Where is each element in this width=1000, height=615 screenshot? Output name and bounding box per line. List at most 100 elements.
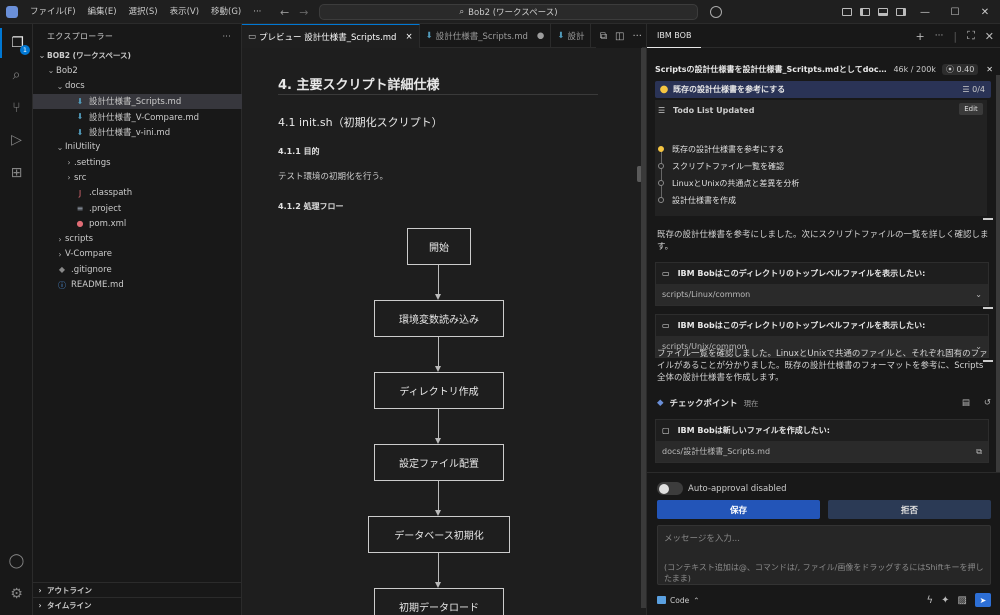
maximize-panel-icon[interactable]: ⛶ (967, 29, 975, 43)
tree-item-label: 設計仕様書_V-Compare.md (89, 112, 200, 123)
menu-item[interactable]: ファイル(F) (24, 0, 82, 24)
tab-label: 設計仕様書_Scripts.md (435, 32, 528, 42)
editor-tab[interactable]: ⬇ 設計仕様書_Scripts.md ● (420, 24, 552, 48)
explorer-icon[interactable]: ❐ 1 (0, 28, 33, 58)
restore-history-icon[interactable]: ↺ (984, 398, 991, 408)
flow-step: データベース初期化 (368, 516, 510, 553)
lightning-icon[interactable]: ϟ (927, 595, 934, 606)
new-task-icon[interactable]: + (916, 30, 925, 43)
layout-icon[interactable] (838, 0, 856, 24)
editor-tab[interactable]: ▭ プレビュー 設計仕様書_Scripts.md × (242, 24, 420, 48)
tree-file-item[interactable]: ⬇ 設計仕様書_V-Compare.md (33, 109, 242, 124)
command-center-search[interactable]: ⌕ Bob2 (ワークスペース) (319, 4, 698, 20)
tree-item-label: IniUtility (65, 142, 101, 153)
tree-folder-item[interactable]: › scripts (33, 232, 242, 247)
tree-file-item[interactable]: ⬇ 設計仕様書_v-ini.md (33, 125, 242, 140)
close-task-icon[interactable]: ✕ (986, 65, 993, 74)
markdown-file-icon: ⬇ (557, 31, 565, 41)
search-icon[interactable]: ⌕ (0, 60, 33, 90)
pending-dot-icon (658, 197, 664, 203)
run-debug-icon[interactable]: ▷ (0, 125, 33, 155)
tree-item-label: 設計仕様書_Scripts.md (89, 97, 182, 108)
tree-file-item[interactable]: ● pom.xml (33, 216, 242, 231)
account-icon[interactable]: ◯ (0, 546, 33, 576)
timeline-section[interactable]: › タイムライン (33, 597, 242, 612)
toggle-secondary-sidebar-icon[interactable] (892, 0, 910, 24)
menu-item[interactable]: 編集(E) (82, 0, 123, 24)
document-icon[interactable]: ▤ (962, 398, 970, 408)
edit-todo-button[interactable]: Edit (959, 103, 983, 115)
outline-section[interactable]: › アウトライン (33, 582, 242, 597)
tree-folder-item[interactable]: ⌄ Bob2 (33, 63, 242, 78)
more-actions-icon[interactable]: ··· (935, 31, 944, 41)
back-arrow-icon[interactable]: ← (280, 6, 289, 19)
unsaved-dot-icon[interactable]: ● (537, 31, 544, 41)
chat-input[interactable]: メッセージを入力... (コンテキスト追加は@、コマンドは/, ファイル/画像を… (657, 525, 991, 585)
tree-item-label: scripts (65, 234, 94, 245)
sparkle-icon[interactable]: ✦ (941, 595, 949, 606)
settings-gear-icon[interactable]: ⚙ (0, 579, 33, 609)
tree-item-label: .classpath (89, 188, 133, 199)
new-file-icon: ▢ (662, 426, 670, 435)
save-button[interactable]: 保存 (657, 500, 820, 519)
token-count: 46k / 200k (893, 64, 936, 74)
tree-folder-item[interactable]: ⌄ IniUtility (33, 140, 242, 155)
menu-item[interactable]: 表示(V) (164, 0, 205, 24)
current-todo[interactable]: ● 既存の設計仕様書を参考にする ☰ 0/4 (655, 81, 991, 98)
tool-card-path[interactable]: scripts/Linux/common ⌄ (656, 284, 988, 305)
more-actions-icon[interactable]: ··· (632, 31, 642, 42)
menu-item[interactable]: 選択(S) (123, 0, 164, 24)
send-icon[interactable]: ➤ (975, 593, 991, 607)
minimize-icon[interactable]: — (910, 0, 940, 24)
resize-handle (983, 218, 993, 220)
tree-file-item[interactable]: ≡ .project (33, 201, 242, 216)
mode-selector[interactable]: Code ⌃ (657, 596, 700, 605)
source-control-icon[interactable]: ⑂ (0, 93, 33, 123)
tool-card-path[interactable]: docs/設計仕様書_Scripts.md ⧉ (656, 441, 988, 462)
outline-label: アウトライン (47, 585, 92, 595)
copilot-icon[interactable] (710, 6, 722, 18)
auto-approval-toggle[interactable] (657, 482, 683, 495)
menu-item[interactable]: ··· (247, 0, 267, 24)
menu-item[interactable]: 移動(G) (205, 0, 247, 24)
extensions-icon[interactable]: ⊞ (0, 158, 33, 188)
close-icon[interactable]: ✕ (970, 0, 1000, 24)
file-type-icon: ⬇ (76, 127, 84, 137)
search-label: Bob2 (ワークスペース) (468, 8, 558, 18)
tab-label: プレビュー 設計仕様書_Scripts.md (259, 32, 397, 43)
image-icon[interactable]: ▨ (958, 595, 967, 606)
reject-button[interactable]: 拒否 (828, 500, 991, 519)
close-tab-icon[interactable]: × (405, 32, 412, 42)
pending-dot-icon (658, 180, 664, 186)
subsection-heading: 4.1 init.sh（初期化スクリプト） (278, 116, 443, 129)
tree-file-item[interactable]: ⬇ 設計仕様書_Scripts.md (33, 93, 242, 109)
tab-ibm-bob[interactable]: IBM BOB (647, 24, 702, 48)
tree-folder-item[interactable]: ⌄ BOB2 (ワークスペース) (33, 48, 242, 63)
tree-folder-item[interactable]: ⌄ docs (33, 79, 242, 94)
file-type-icon: J (78, 188, 82, 198)
tree-item-label: docs (65, 81, 85, 92)
open-external-icon[interactable]: ⧉ (976, 447, 982, 457)
maximize-icon[interactable]: ☐ (940, 0, 970, 24)
editor-tab[interactable]: ⬇ 設計 (551, 24, 592, 48)
tree-file-item[interactable]: ◆ .gitignore (33, 262, 242, 277)
tree-file-item[interactable]: J .classpath (33, 186, 242, 201)
open-source-icon[interactable]: ⧉ (600, 31, 607, 42)
tree-file-item[interactable]: ⓘ README.md (33, 278, 242, 293)
tree-folder-item[interactable]: › src (33, 170, 242, 185)
scrollbar-thumb[interactable] (996, 75, 1000, 473)
close-panel-icon[interactable]: ✕ (985, 30, 994, 43)
panel-scrollbar[interactable] (995, 75, 1000, 473)
path-text: docs/設計仕様書_Scripts.md (662, 447, 771, 456)
tree-folder-item[interactable]: › V-Compare (33, 247, 242, 262)
flow-step: 開始 (407, 228, 471, 265)
more-actions-icon[interactable]: ··· (222, 32, 231, 41)
toggle-sidebar-icon[interactable] (856, 0, 874, 24)
divider-icon: | (953, 29, 958, 43)
tree-item-label: Bob2 (56, 65, 78, 76)
tree-folder-item[interactable]: › .settings (33, 155, 242, 170)
forward-arrow-icon[interactable]: → (299, 6, 308, 19)
split-editor-icon[interactable]: ◫ (615, 31, 624, 42)
task-header[interactable]: Scriptsの設計仕様書を設計仕様書_Scritpts.mdとしてdocs..… (655, 62, 993, 76)
toggle-panel-icon[interactable] (874, 0, 892, 24)
